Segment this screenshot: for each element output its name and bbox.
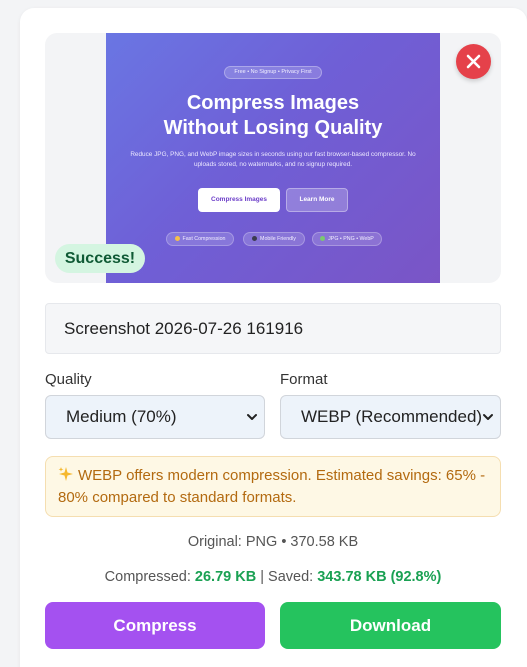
quality-label: Quality: [45, 371, 92, 388]
bolt-icon: [174, 236, 180, 242]
original-value: PNG • 370.58 KB: [245, 534, 359, 550]
image-icon: [320, 236, 326, 242]
preview-primary-button: Compress Images: [198, 188, 280, 212]
phone-icon: [252, 236, 258, 242]
format-select[interactable]: WEBP (Recommended): [280, 395, 501, 439]
quality-select[interactable]: Medium (70%): [45, 395, 265, 439]
download-button[interactable]: Download: [280, 602, 501, 649]
preview-title-line2: Without Losing Quality: [163, 117, 383, 139]
compressed-label: Compressed:: [104, 569, 191, 585]
format-label: Format: [280, 371, 328, 388]
preview-feature: Fast Compression: [166, 232, 234, 246]
format-select-value: WEBP (Recommended): [301, 407, 483, 426]
file-name-field: Screenshot 2026-07-26 161916: [45, 303, 501, 354]
saved-value: 343.78 KB (92.8%): [317, 569, 442, 585]
compressed-value: 26.79 KB: [194, 569, 257, 585]
success-badge: Success!: [55, 244, 145, 273]
preview-pill: Free • No Signup • Privacy First: [224, 66, 322, 79]
quality-select-value: Medium (70%): [66, 407, 177, 426]
close-icon: [466, 54, 481, 69]
remove-image-button[interactable]: [456, 44, 491, 79]
chevron-down-icon: [247, 414, 257, 420]
compression-result: Compressed: 26.79 KB | Saved: 343.78 KB …: [45, 569, 501, 585]
chevron-down-icon: [483, 414, 493, 420]
preview-secondary-button: Learn More: [286, 188, 348, 212]
notice-text: WEBP offers modern compression. Estimate…: [58, 467, 486, 506]
preview-title-line1: Compress Images: [186, 92, 360, 114]
saved-label: Saved:: [268, 569, 314, 585]
preview-feature: JPG • PNG • WebP: [312, 232, 382, 246]
sparkles-icon: [58, 467, 73, 481]
compress-button[interactable]: Compress: [45, 602, 265, 649]
format-notice: WEBP offers modern compression. Estimate…: [45, 456, 501, 517]
preview-image: Free • No Signup • Privacy First Compres…: [106, 33, 440, 283]
original-label: Original:: [187, 534, 242, 550]
preview-title: Compress Images Without Losing Quality: [106, 91, 440, 141]
original-info: Original: PNG • 370.58 KB: [45, 534, 501, 550]
preview-feature: Mobile Friendly: [243, 232, 305, 246]
preview-subtitle: Reduce JPG, PNG, and WebP image sizes in…: [130, 151, 416, 168]
stats-separator: |: [260, 569, 264, 585]
